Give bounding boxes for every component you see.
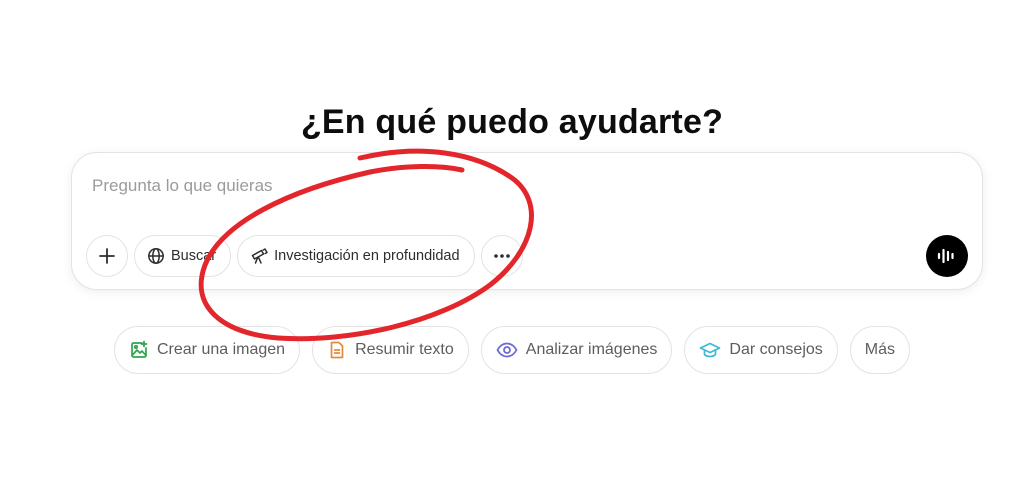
eye-icon: [496, 340, 518, 360]
suggestion-analyze-images[interactable]: Analizar imágenes: [480, 326, 673, 374]
voice-waveform-icon: [936, 247, 958, 265]
prompt-composer: Buscar Investigación en profundidad: [71, 152, 983, 290]
deep-research-button[interactable]: Investigación en profundidad: [237, 235, 475, 277]
more-tools-button[interactable]: [480, 235, 523, 277]
page-title: ¿En qué puedo ayudarte?: [300, 102, 724, 141]
globe-icon: [147, 247, 165, 265]
add-attachment-button[interactable]: [86, 235, 128, 277]
deep-research-label: Investigación en profundidad: [274, 248, 460, 264]
page: ¿En qué puedo ayudarte? Buscar: [0, 0, 1024, 493]
suggestion-more[interactable]: Más: [849, 326, 910, 374]
image-icon: [129, 340, 149, 360]
telescope-icon: [250, 247, 268, 265]
suggestion-summarize-text[interactable]: Resumir texto: [312, 326, 469, 374]
suggestion-chips: Crear una imagen Resumir texto Analizar …: [0, 326, 1024, 374]
search-button[interactable]: Buscar: [134, 235, 232, 277]
suggestion-label: Analizar imágenes: [525, 341, 658, 358]
document-icon: [327, 340, 347, 360]
suggestion-label: Crear una imagen: [156, 341, 286, 358]
voice-mode-button[interactable]: [926, 235, 968, 277]
suggestion-give-advice[interactable]: Dar consejos: [684, 326, 838, 374]
suggestion-label: Más: [864, 341, 895, 358]
suggestion-label: Dar consejos: [729, 341, 823, 358]
graduation-cap-icon: [699, 340, 721, 360]
suggestion-label: Resumir texto: [355, 341, 454, 358]
search-button-label: Buscar: [171, 248, 217, 264]
prompt-input[interactable]: [90, 171, 914, 201]
plus-icon: [98, 247, 116, 265]
suggestion-create-image[interactable]: Crear una imagen: [113, 326, 301, 374]
more-dots-icon: [493, 253, 511, 259]
composer-toolbar: Buscar Investigación en profundidad: [86, 235, 523, 277]
